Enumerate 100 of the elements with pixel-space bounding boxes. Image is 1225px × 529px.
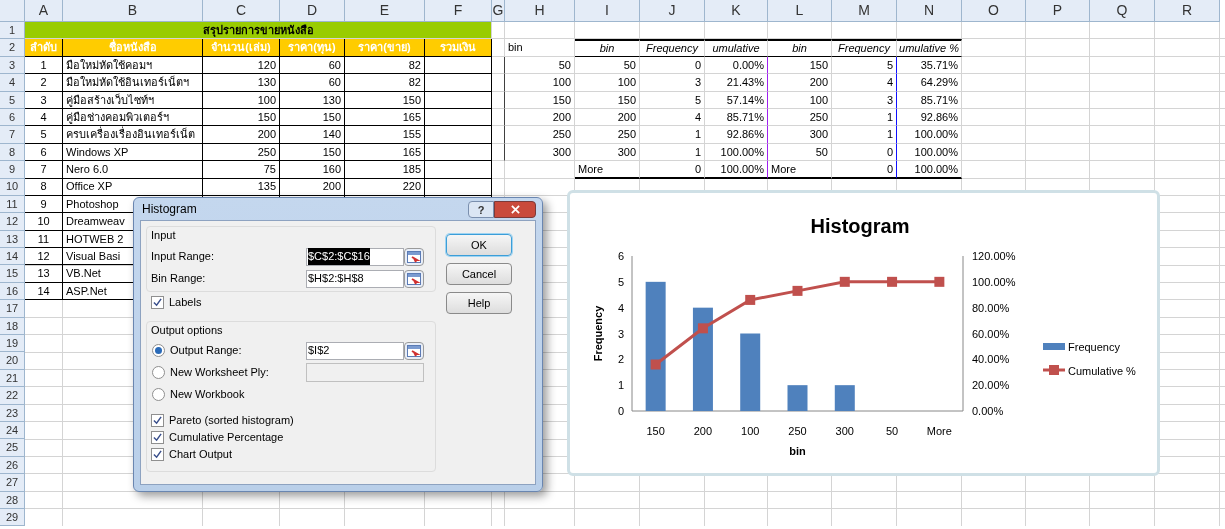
table-cell[interactable]: 6 bbox=[25, 143, 63, 162]
table-cell[interactable]: 100 bbox=[505, 74, 575, 92]
table-cell[interactable]: 100 bbox=[575, 74, 640, 92]
table-cell[interactable]: มือใหม่หัดใช้คอมฯ bbox=[63, 56, 203, 75]
table-cell[interactable]: 150 bbox=[505, 91, 575, 109]
table-cell[interactable]: 60 bbox=[280, 74, 345, 92]
table-cell[interactable]: 10 bbox=[25, 213, 63, 231]
column-header[interactable]: K bbox=[705, 0, 768, 22]
empty-cell[interactable] bbox=[425, 56, 492, 75]
table-cell[interactable]: 200 bbox=[575, 108, 640, 127]
table-cell[interactable]: 3 bbox=[640, 74, 705, 92]
table-cell[interactable]: 50 bbox=[575, 56, 640, 75]
table-cell[interactable]: 4 bbox=[25, 108, 63, 127]
table-cell[interactable]: 57.14% bbox=[705, 91, 768, 109]
table-cell[interactable]: 14 bbox=[25, 282, 63, 301]
table-cell[interactable]: 82 bbox=[345, 74, 425, 92]
empty-cell[interactable] bbox=[425, 91, 492, 109]
table-cell[interactable]: 1 bbox=[640, 126, 705, 144]
table-cell[interactable]: 200 bbox=[280, 178, 345, 196]
table-cell[interactable]: Windows XP bbox=[63, 143, 203, 162]
checkbox[interactable] bbox=[151, 295, 164, 309]
table-cell[interactable]: 155 bbox=[345, 126, 425, 144]
empty-cell[interactable] bbox=[425, 108, 492, 127]
column-header[interactable]: R bbox=[1155, 0, 1220, 22]
radio-button[interactable] bbox=[152, 388, 165, 401]
table-cell[interactable]: 250 bbox=[505, 126, 575, 144]
range-field[interactable]: $C$2:$C$16 bbox=[306, 247, 404, 266]
empty-cell[interactable] bbox=[425, 161, 492, 179]
table-cell[interactable]: Frequency bbox=[640, 39, 705, 57]
column-header[interactable]: L bbox=[768, 0, 832, 22]
table-cell[interactable]: umulative bbox=[705, 39, 768, 57]
help-button[interactable]: ? bbox=[468, 200, 494, 218]
table-cell[interactable]: 100.00% bbox=[705, 143, 768, 162]
range-field[interactable]: $I$2 bbox=[306, 341, 404, 360]
table-cell[interactable]: 200 bbox=[768, 74, 832, 92]
table-cell[interactable]: 120 bbox=[203, 56, 280, 75]
table-cell[interactable]: 2 bbox=[25, 74, 63, 92]
row-header[interactable]: 17 bbox=[0, 300, 25, 318]
table-cell[interactable]: 165 bbox=[345, 143, 425, 162]
close-button[interactable] bbox=[494, 200, 536, 218]
table-cell[interactable]: 64.29% bbox=[897, 74, 962, 92]
table-cell[interactable]: 1 bbox=[640, 143, 705, 162]
table-cell[interactable]: 200 bbox=[203, 126, 280, 144]
dialog-button[interactable]: OK bbox=[446, 234, 512, 256]
table-cell[interactable]: 250 bbox=[768, 108, 832, 127]
range-picker-button[interactable] bbox=[404, 341, 424, 360]
row-header[interactable]: 1 bbox=[0, 22, 25, 40]
table-cell[interactable]: 130 bbox=[203, 74, 280, 92]
table-cell[interactable]: 5 bbox=[25, 126, 63, 144]
table-cell[interactable]: 220 bbox=[345, 178, 425, 196]
table-cell[interactable]: 185 bbox=[345, 161, 425, 179]
empty-cell[interactable] bbox=[425, 126, 492, 144]
column-header[interactable]: N bbox=[897, 0, 962, 22]
table-cell[interactable]: 160 bbox=[280, 161, 345, 179]
column-header[interactable]: Q bbox=[1090, 0, 1155, 22]
table-cell[interactable]: 0 bbox=[640, 56, 705, 75]
table-cell[interactable]: 1 bbox=[832, 126, 897, 144]
table-cell[interactable]: 100 bbox=[203, 91, 280, 109]
range-picker-button[interactable] bbox=[404, 247, 424, 266]
column-header[interactable]: I bbox=[575, 0, 640, 22]
column-header[interactable]: D bbox=[280, 0, 345, 22]
table-cell[interactable]: Nero 6.0 bbox=[63, 161, 203, 179]
table-cell[interactable]: 0 bbox=[832, 143, 897, 162]
table-cell[interactable]: 82 bbox=[345, 56, 425, 75]
table-cell[interactable]: 50 bbox=[768, 143, 832, 162]
table-cell[interactable]: Frequency bbox=[832, 39, 897, 57]
table-cell[interactable]: 100.00% bbox=[897, 143, 962, 162]
table-cell[interactable]: 300 bbox=[768, 126, 832, 144]
table-cell[interactable]: 0.00% bbox=[705, 56, 768, 75]
table-cell[interactable]: 7 bbox=[25, 161, 63, 179]
table-cell[interactable]: 5 bbox=[640, 91, 705, 109]
table-cell[interactable]: 100.00% bbox=[897, 126, 962, 144]
table-cell[interactable]: 1 bbox=[25, 56, 63, 75]
range-field[interactable]: $H$2:$H$8 bbox=[306, 269, 404, 288]
table-cell[interactable]: 5 bbox=[832, 56, 897, 75]
table-cell[interactable]: 150 bbox=[280, 108, 345, 127]
checkbox[interactable] bbox=[151, 448, 164, 461]
dialog-button[interactable]: Help bbox=[446, 292, 512, 314]
table-cell[interactable]: 250 bbox=[203, 143, 280, 162]
row-header[interactable]: 12 bbox=[0, 213, 25, 231]
column-header[interactable]: E bbox=[345, 0, 425, 22]
table-cell[interactable]: 75 bbox=[203, 161, 280, 179]
table-cell[interactable]: 300 bbox=[575, 143, 640, 162]
row-header[interactable]: 22 bbox=[0, 387, 25, 405]
table-cell[interactable]: คู่มือช่างคอมพิวเตอร์ฯ bbox=[63, 108, 203, 127]
column-header[interactable]: O bbox=[962, 0, 1026, 22]
table-cell[interactable]: 85.71% bbox=[705, 108, 768, 127]
table-cell[interactable]: 35.71% bbox=[897, 56, 962, 75]
table-cell[interactable]: bin bbox=[768, 39, 832, 57]
table-cell[interactable]: 50 bbox=[505, 56, 575, 75]
table-cell[interactable]: 60 bbox=[280, 56, 345, 75]
table-cell[interactable]: มือใหม่หัดใช้อินเทอร์เน็ตฯ bbox=[63, 74, 203, 92]
table-cell[interactable]: More bbox=[575, 161, 640, 179]
column-header[interactable]: G bbox=[492, 0, 505, 22]
dialog-button[interactable]: Cancel bbox=[446, 263, 512, 285]
table-cell[interactable]: 13 bbox=[25, 265, 63, 283]
table-cell[interactable]: 140 bbox=[280, 126, 345, 144]
table-cell[interactable]: More bbox=[768, 161, 832, 179]
table-cell[interactable]: 130 bbox=[280, 91, 345, 109]
row-header[interactable]: 14 bbox=[0, 248, 25, 266]
